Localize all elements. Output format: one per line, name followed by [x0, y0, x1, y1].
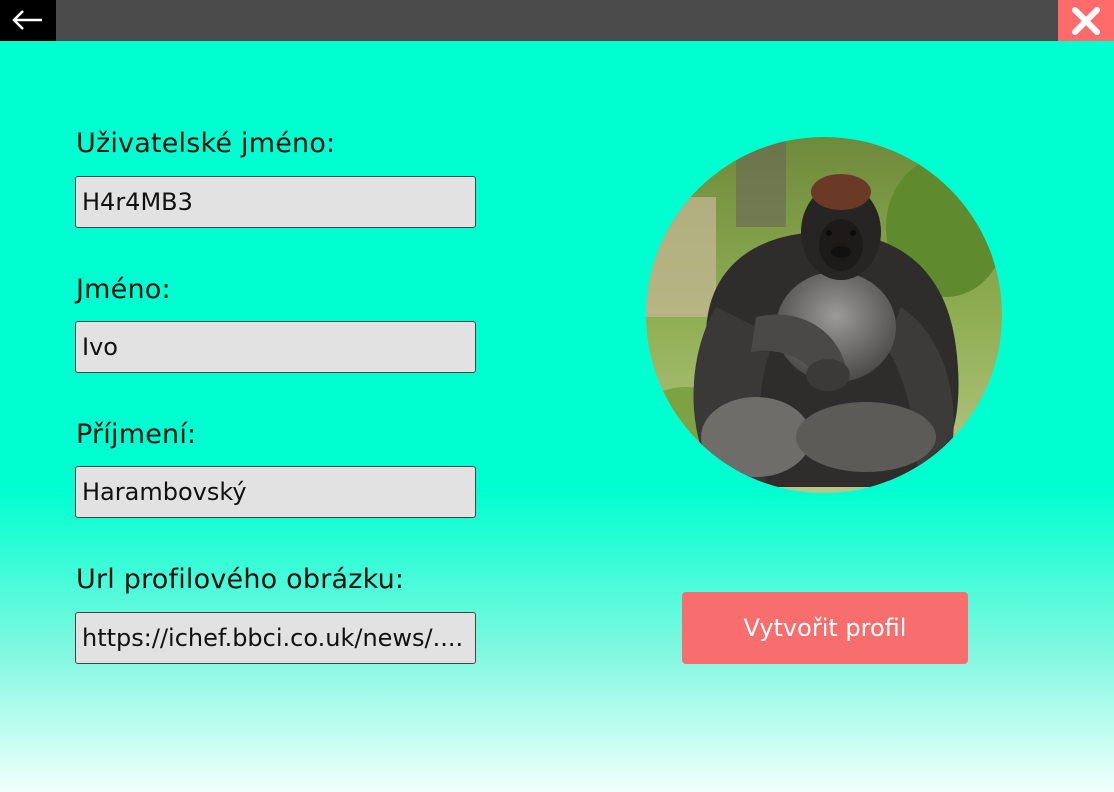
lastname-input[interactable] — [75, 466, 476, 518]
username-label: Uživatelské jméno: — [76, 128, 336, 159]
create-profile-button[interactable]: Vytvořit profil — [682, 592, 968, 664]
gorilla-photo — [646, 137, 1002, 493]
arrow-left-icon — [12, 10, 42, 30]
profile-url-input[interactable] — [75, 612, 476, 664]
close-button[interactable] — [1058, 0, 1114, 41]
profile-avatar — [646, 137, 1002, 493]
firstname-input[interactable] — [75, 321, 476, 373]
back-button[interactable] — [0, 0, 56, 41]
profile-url-label: Url profilového obrázku: — [76, 564, 405, 595]
username-input[interactable] — [75, 176, 476, 228]
lastname-label: Příjmení: — [76, 419, 197, 450]
close-icon — [1072, 7, 1100, 35]
top-bar — [0, 0, 1114, 41]
firstname-label: Jméno: — [76, 274, 171, 305]
